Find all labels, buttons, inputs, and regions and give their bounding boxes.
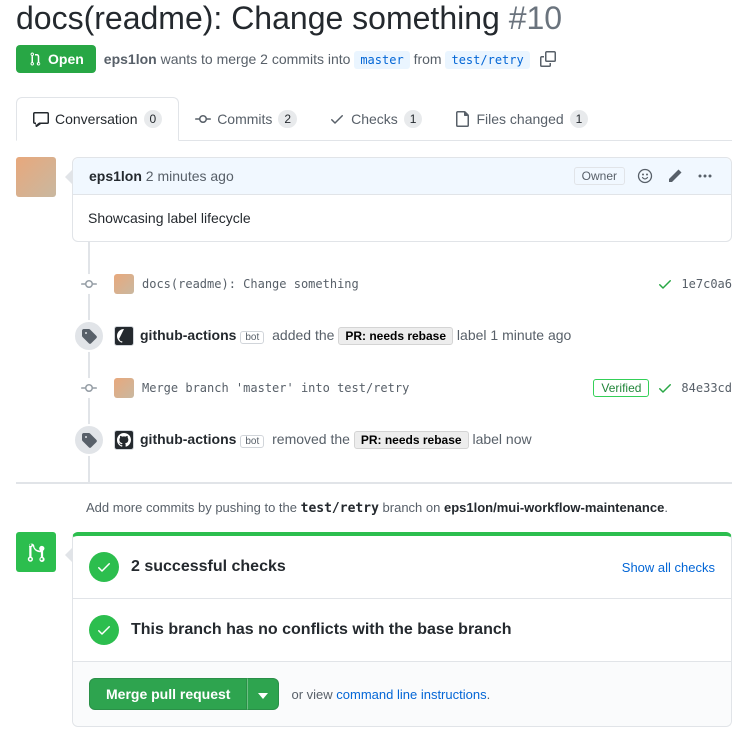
verified-badge[interactable]: Verified (593, 379, 649, 397)
check-icon[interactable] (657, 276, 673, 292)
comment-time: 2 minutes ago (146, 168, 234, 184)
merge-button[interactable]: Merge pull request (89, 678, 247, 710)
pr-author[interactable]: eps1lon (104, 51, 157, 67)
commit-avatar[interactable] (114, 274, 134, 294)
kebab-icon[interactable] (695, 166, 715, 186)
commit-badge-icon (79, 274, 99, 294)
bot-badge: bot (240, 331, 264, 344)
files-icon (454, 111, 470, 127)
commit-sha[interactable]: 1e7c0a6 (681, 277, 732, 291)
success-check-icon (89, 615, 119, 645)
checks-title: 2 successful checks (131, 558, 286, 576)
files-count: 1 (570, 110, 589, 128)
label-event: github-actions bot removed the PR: needs… (90, 414, 732, 466)
push-hint: Add more commits by pushing to the test/… (86, 500, 732, 516)
merge-icon (16, 532, 56, 572)
tab-conversation[interactable]: Conversation 0 (16, 97, 179, 141)
tab-checks[interactable]: Checks 1 (313, 97, 438, 140)
checks-icon (329, 111, 345, 127)
pr-title: docs(readme): Change something #10 (16, 0, 732, 37)
commit-sha[interactable]: 84e33cd (681, 381, 732, 395)
react-icon[interactable] (635, 166, 655, 186)
checks-count: 1 (404, 110, 423, 128)
comment-author[interactable]: eps1lon (89, 168, 142, 184)
github-avatar[interactable] (114, 326, 134, 346)
conversation-count: 0 (144, 110, 163, 128)
comment-body: Showcasing label lifecycle (73, 195, 731, 241)
base-branch[interactable]: master (354, 51, 409, 69)
tabnav: Conversation 0 Commits 2 Checks 1 Files … (16, 97, 732, 141)
commits-icon (195, 111, 211, 127)
actor-link[interactable]: github-actions (140, 327, 236, 343)
merge-box: 2 successful checks Show all checks This… (72, 532, 732, 727)
merge-description: eps1lon wants to merge 2 commits into ma… (104, 51, 530, 67)
copy-branch-icon[interactable] (538, 49, 558, 69)
pr-label[interactable]: PR: needs rebase (338, 327, 453, 345)
pr-icon (28, 51, 44, 67)
pr-label[interactable]: PR: needs rebase (354, 431, 469, 449)
tab-files[interactable]: Files changed 1 (438, 97, 604, 140)
github-avatar[interactable] (114, 430, 134, 450)
bot-badge: bot (240, 435, 264, 448)
commit-item: Merge branch 'master' into test/retry Ve… (90, 362, 732, 414)
merge-dropdown[interactable] (247, 678, 279, 710)
commit-item: docs(readme): Change something 1e7c0a6 (90, 258, 732, 310)
label-event: github-actions bot added the PR: needs r… (90, 310, 732, 362)
commit-message[interactable]: docs(readme): Change something (142, 277, 657, 291)
tag-badge-icon (73, 424, 105, 456)
tag-badge-icon (73, 320, 105, 352)
head-branch[interactable]: test/retry (445, 51, 529, 69)
cli-link[interactable]: command line instructions (336, 687, 486, 702)
commit-avatar[interactable] (114, 378, 134, 398)
show-all-checks[interactable]: Show all checks (622, 560, 715, 575)
check-icon[interactable] (657, 380, 673, 396)
commits-count: 2 (278, 110, 297, 128)
actor-link[interactable]: github-actions (140, 431, 236, 447)
pr-title-text: docs(readme): Change something (16, 0, 500, 36)
no-conflicts-title: This branch has no conflicts with the ba… (131, 621, 512, 639)
edit-icon[interactable] (665, 166, 685, 186)
success-check-icon (89, 552, 119, 582)
pr-number: #10 (509, 0, 562, 36)
state-open-badge: Open (16, 45, 96, 73)
commit-badge-icon (79, 378, 99, 398)
comment-icon (33, 111, 49, 127)
commit-message[interactable]: Merge branch 'master' into test/retry (142, 381, 593, 395)
tab-commits[interactable]: Commits 2 (179, 97, 313, 140)
owner-badge: Owner (574, 167, 625, 185)
avatar[interactable] (16, 157, 56, 197)
comment-box: eps1lon 2 minutes ago Owner Showcasing l… (72, 157, 732, 242)
